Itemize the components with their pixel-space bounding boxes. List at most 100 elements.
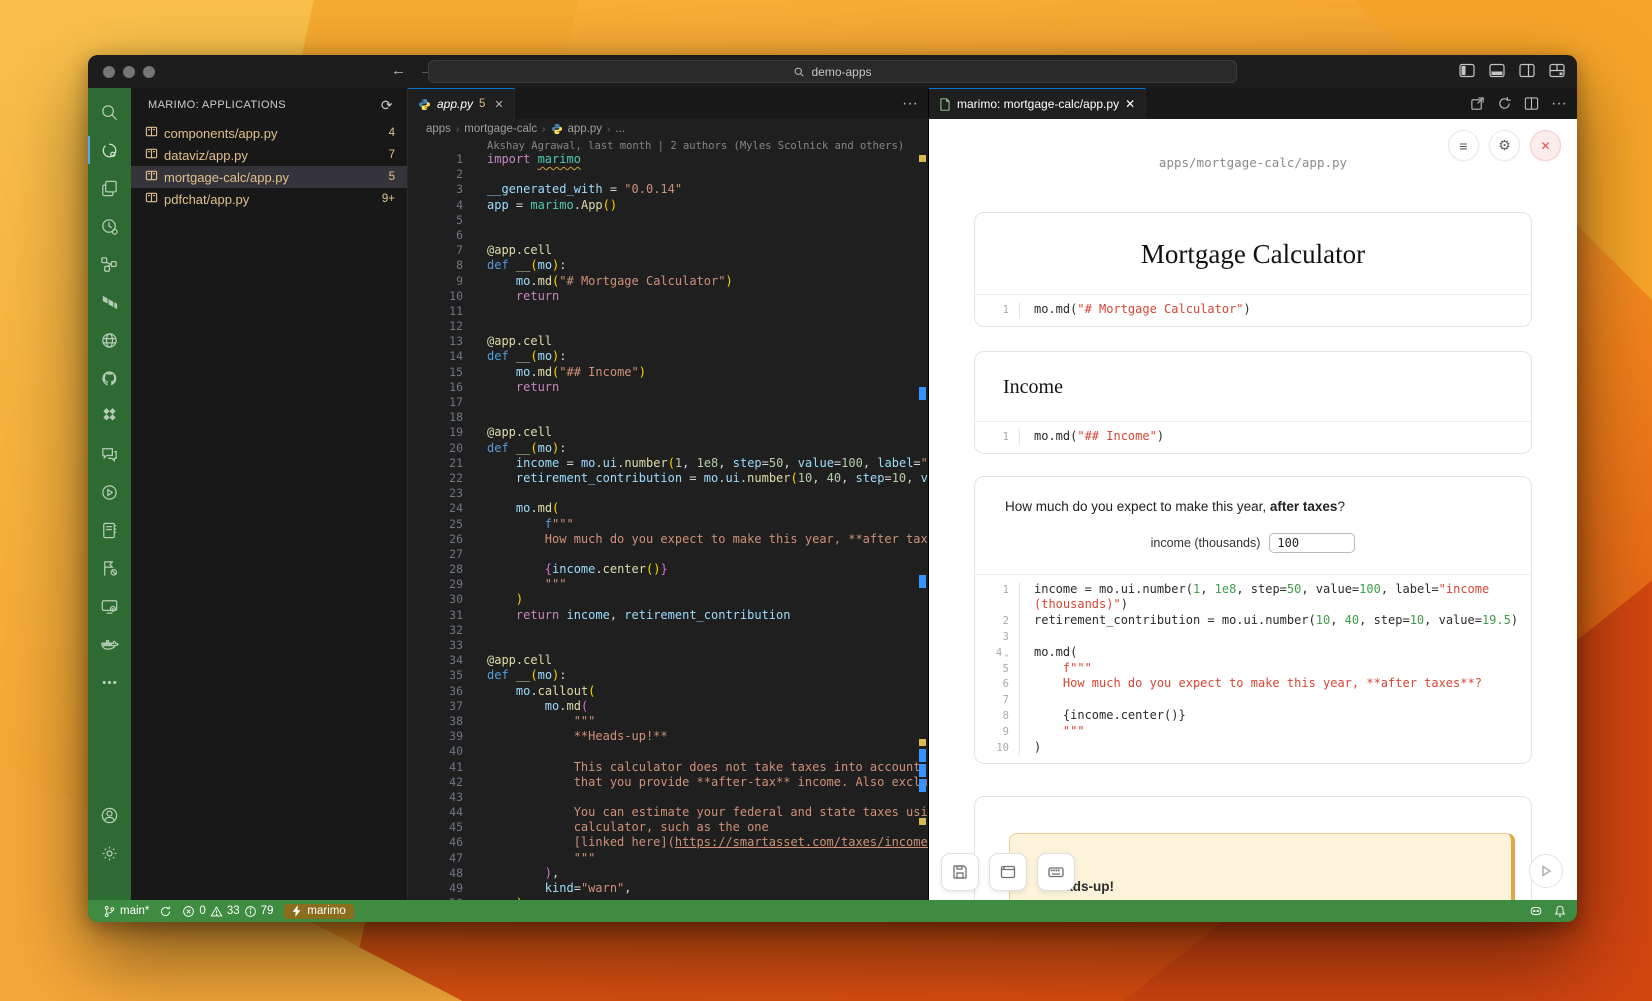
code-line[interactable]: 45 calculator, such as the one — [408, 820, 928, 835]
code-line[interactable]: 2 — [408, 167, 928, 182]
notebook-icon[interactable] — [88, 511, 131, 549]
code-line[interactable]: 27 — [408, 547, 928, 562]
cell-code-line[interactable]: 8 {income.center()} — [975, 708, 1531, 724]
run-cell-button[interactable] — [1529, 854, 1563, 888]
code-line[interactable]: 29 """ — [408, 577, 928, 592]
docker-icon[interactable] — [88, 625, 131, 663]
code-line[interactable]: 40 — [408, 744, 928, 759]
liveshare-icon[interactable] — [88, 207, 131, 245]
symbols-icon[interactable] — [88, 245, 131, 283]
git-branch-item[interactable]: main* — [98, 905, 154, 918]
zoom-window-icon[interactable] — [143, 66, 155, 78]
reload-icon[interactable] — [1497, 96, 1512, 111]
code-line[interactable]: 20def __(mo): — [408, 441, 928, 456]
code-line[interactable]: 7@app.cell — [408, 243, 928, 258]
sidebar-item-components[interactable]: components/app.py4 — [131, 122, 407, 144]
income-input[interactable] — [1269, 533, 1355, 553]
code-line[interactable]: 18 — [408, 410, 928, 425]
more-icon[interactable] — [88, 663, 131, 701]
code-line[interactable]: 31 return income, retirement_contributio… — [408, 608, 928, 623]
cell-code-line[interactable]: 7 — [975, 692, 1531, 708]
git-sync-item[interactable] — [154, 905, 177, 918]
cell-code-line[interactable]: 1mo.md("## Income") — [975, 429, 1531, 445]
more-actions-icon[interactable]: ··· — [1551, 95, 1567, 113]
settings-button[interactable]: ⚙ — [1489, 130, 1520, 161]
tab-marimo-panel[interactable]: marimo: mortgage-calc/app.py ✕ — [929, 88, 1146, 119]
copilot-icon[interactable] — [1529, 904, 1543, 918]
code-line[interactable]: 5 — [408, 213, 928, 228]
code-line[interactable]: 44 You can estimate your federal and sta… — [408, 805, 928, 820]
cell-code-line[interactable]: 5 f""" — [975, 661, 1531, 677]
code-line[interactable]: 19@app.cell — [408, 425, 928, 440]
code-line[interactable]: 10 return — [408, 289, 928, 304]
minimize-window-icon[interactable] — [123, 66, 135, 78]
code-line[interactable]: 36 mo.callout( — [408, 684, 928, 699]
code-line[interactable]: 33 — [408, 638, 928, 653]
cell-code-line[interactable]: 10) — [975, 740, 1531, 756]
code-line[interactable]: 25 f""" — [408, 517, 928, 532]
sidebar-item-dataviz[interactable]: dataviz/app.py7 — [131, 144, 407, 166]
code-line[interactable]: 46 [linked here](https://smartasset.com/… — [408, 835, 928, 850]
cell-code-line[interactable]: 3 — [975, 629, 1531, 645]
toggle-primary-sidebar-icon[interactable] — [1459, 63, 1475, 78]
code-line[interactable]: 11 — [408, 304, 928, 319]
fold-chevron-icon[interactable]: ⌄ — [1004, 649, 1009, 658]
close-tab-icon[interactable]: ✕ — [494, 98, 503, 111]
test-flag-icon[interactable] — [88, 549, 131, 587]
cell-code-line[interactable]: 9 """ — [975, 724, 1531, 740]
code-line[interactable]: 49 kind="warn", — [408, 881, 928, 896]
comments-icon[interactable] — [88, 435, 131, 473]
marimo-icon[interactable] — [88, 131, 131, 169]
save-button[interactable] — [941, 853, 979, 891]
code-line[interactable]: 6 — [408, 228, 928, 243]
code-line[interactable]: 26 How much do you expect to make this y… — [408, 532, 928, 547]
close-tab-icon[interactable]: ✕ — [1125, 97, 1135, 111]
cell-code-line[interactable]: 2retirement_contribution = mo.ui.number(… — [975, 613, 1531, 629]
close-window-icon[interactable] — [103, 66, 115, 78]
code-line[interactable]: 34@app.cell — [408, 653, 928, 668]
code-line[interactable]: 14def __(mo): — [408, 349, 928, 364]
code-line[interactable]: 3__generated_with = "0.0.14" — [408, 182, 928, 197]
github-icon[interactable] — [88, 359, 131, 397]
open-external-icon[interactable] — [1470, 96, 1485, 111]
code-line[interactable]: 32 — [408, 623, 928, 638]
code-line[interactable]: 35def __(mo): — [408, 668, 928, 683]
tab-app-py[interactable]: app.py 5 ✕ — [408, 88, 515, 119]
code-line[interactable]: 13@app.cell — [408, 334, 928, 349]
code-line[interactable]: 1import marimo — [408, 152, 928, 167]
marimo-status-item[interactable]: marimo — [284, 904, 353, 919]
refresh-icon[interactable]: ⟳ — [381, 97, 393, 114]
toggle-panel-icon[interactable] — [1489, 63, 1505, 78]
problems-item[interactable]: 0 33 79 — [177, 905, 278, 918]
code-line[interactable]: 22 retirement_contribution = mo.ui.numbe… — [408, 471, 928, 486]
code-line[interactable]: 39 **Heads-up!** — [408, 729, 928, 744]
breadcrumb-tail[interactable]: ... — [615, 123, 625, 135]
code-line[interactable]: 42 that you provide **after-tax** income… — [408, 775, 928, 790]
cell-code-line[interactable]: (thousands)") — [975, 597, 1531, 613]
cell-code[interactable]: 1income = mo.ui.number(1, 1e8, step=50, … — [975, 574, 1531, 764]
copy-files-icon[interactable] — [88, 169, 131, 207]
keyboard-shortcuts-button[interactable] — [1037, 853, 1075, 891]
terraform-icon[interactable] — [88, 283, 131, 321]
shutdown-button[interactable]: ✕ — [1530, 130, 1561, 161]
customize-layout-icon[interactable] — [1549, 63, 1565, 78]
code-line[interactable]: 16 return — [408, 380, 928, 395]
code-line[interactable]: 43 — [408, 790, 928, 805]
settings-gear-icon[interactable] — [88, 834, 131, 872]
sidebar-item-pdfchat[interactable]: pdfchat/app.py9+ — [131, 188, 407, 210]
remote-monitor-icon[interactable] — [88, 587, 131, 625]
sidebar-item-mortgage-calc[interactable]: mortgage-calc/app.py5 — [131, 166, 407, 188]
play-circle-icon[interactable] — [88, 473, 131, 511]
globe-icon[interactable] — [88, 321, 131, 359]
code-line[interactable]: 21 income = mo.ui.number(1, 1e8, step=50… — [408, 456, 928, 471]
code-line[interactable]: 17 — [408, 395, 928, 410]
cell-code-line[interactable]: 4⌄mo.md( — [975, 645, 1531, 661]
bell-icon[interactable] — [1553, 904, 1567, 918]
code-line[interactable]: 50 ) — [408, 896, 928, 900]
cell-code-line[interactable]: 6 How much do you expect to make this ye… — [975, 676, 1531, 692]
command-center[interactable]: demo-apps — [428, 60, 1237, 83]
code-editor[interactable]: Akshay Agrawal, last month | 2 authors (… — [408, 139, 928, 900]
code-line[interactable]: 23 — [408, 486, 928, 501]
code-line[interactable]: 24 mo.md( — [408, 501, 928, 516]
cell-code-line[interactable]: 1mo.md("# Mortgage Calculator") — [975, 302, 1531, 318]
